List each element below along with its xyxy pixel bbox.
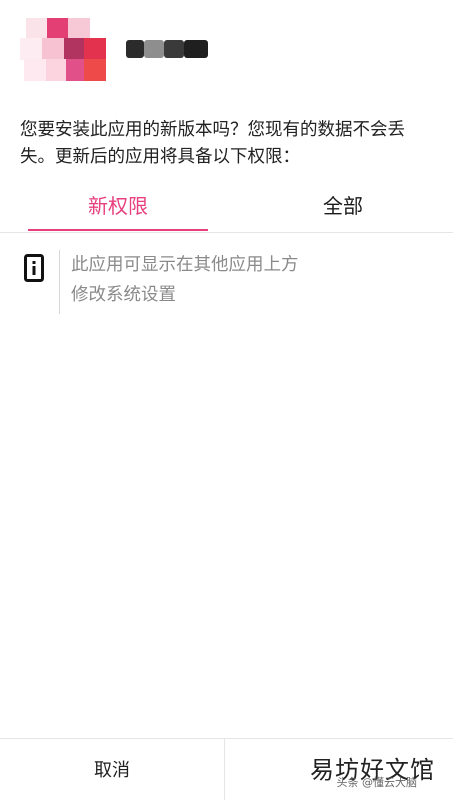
cancel-button[interactable]: 取消 [0,739,224,800]
app-icon [20,14,106,84]
watermark: 易坊好文馆 头条 @懂云大脑 [285,750,435,792]
device-info-icon [24,254,44,282]
tab-selected-indicator [28,229,208,231]
tab-new-permissions[interactable]: 新权限 [28,186,208,230]
install-dialog: 您要安装此应用的新版本吗？您现有的数据不会丢失。更新后的应用将具备以下权限： 新… [0,0,453,800]
install-prompt: 您要安装此应用的新版本吗？您现有的数据不会丢失。更新后的应用将具备以下权限： [20,120,405,167]
permission-item-modify-settings: 修改系统设置 [71,285,176,305]
watermark-sub: 头条 @懂云大脑 [336,776,418,789]
app-name [126,40,208,58]
tab-all-permissions[interactable]: 全部 [253,186,433,230]
permission-tabs: 新权限 全部 [0,186,453,233]
permission-item-draw-over-apps: 此应用可显示在其他应用上方 [71,255,299,275]
permission-separator [59,250,60,314]
permission-list: 此应用可显示在其他应用上方 修改系统设置 [71,250,299,310]
tabs-divider [0,232,453,233]
permission-group: 此应用可显示在其他应用上方 修改系统设置 [0,250,453,314]
